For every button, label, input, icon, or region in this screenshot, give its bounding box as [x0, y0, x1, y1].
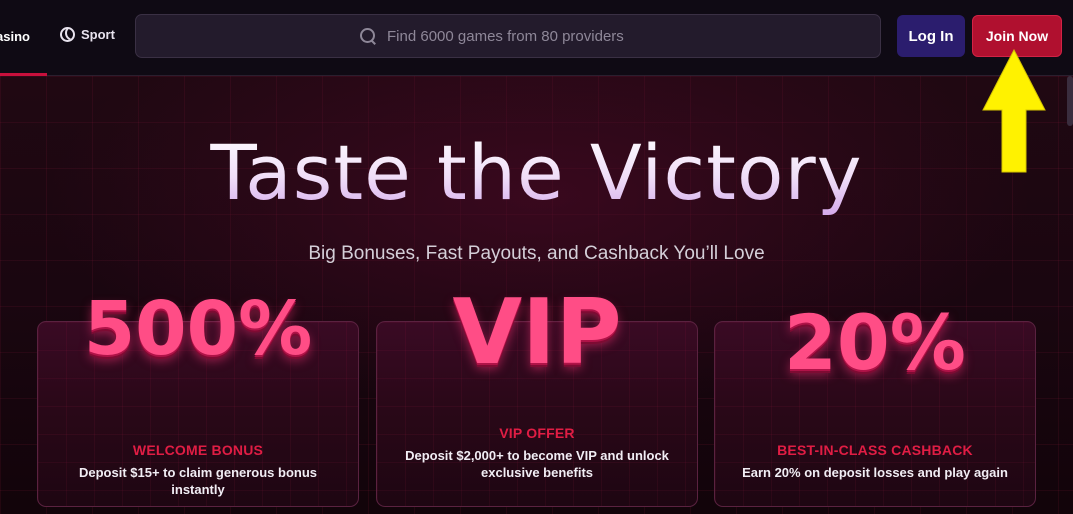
volleyball-icon — [60, 26, 75, 42]
promo-card-title: BEST-IN-CLASS CASHBACK — [777, 442, 973, 458]
promo-card-vip-offer[interactable]: VIP VIP OFFER Deposit $2,000+ to become … — [376, 280, 698, 507]
scrollbar-thumb[interactable] — [1067, 76, 1073, 126]
search-icon — [359, 27, 377, 45]
login-button[interactable]: Log In — [897, 15, 965, 57]
promo-card-graphic-text: VIP — [452, 280, 622, 385]
hero-subtitle: Big Bonuses, Fast Payouts, and Cashback … — [308, 243, 765, 264]
hero-title: Taste the Victory — [0, 128, 1073, 217]
nav-tab-casino[interactable]: asino — [0, 0, 47, 76]
promo-card-welcome-bonus[interactable]: 500% WELCOME BONUS Deposit $15+ to claim… — [37, 286, 359, 507]
promo-card-graphic-text: 20% — [784, 298, 966, 387]
search-bar[interactable] — [135, 14, 881, 58]
nav-tab-sport-label: Sport — [81, 26, 115, 42]
promo-card-title: WELCOME BONUS — [132, 442, 264, 458]
top-header: asino Sport Log In Join Now — [0, 0, 1073, 76]
promo-card-description: Deposit $2,000+ to become VIP and unlock… — [405, 448, 669, 480]
promo-card-title: VIP OFFER — [499, 425, 575, 441]
nav-tab-sport[interactable]: Sport — [60, 22, 115, 46]
promo-card-graphic-text: 500% — [83, 286, 313, 372]
promo-card-description: Deposit $15+ to claim generous bonus ins… — [78, 465, 318, 497]
promo-card-description: Earn 20% on deposit losses and play agai… — [742, 465, 1008, 480]
promo-card-cashback[interactable]: 20% BEST-IN-CLASS CASHBACK Earn 20% on d… — [714, 298, 1036, 507]
nav-tab-casino-label: asino — [0, 29, 30, 44]
search-input[interactable] — [387, 27, 657, 45]
